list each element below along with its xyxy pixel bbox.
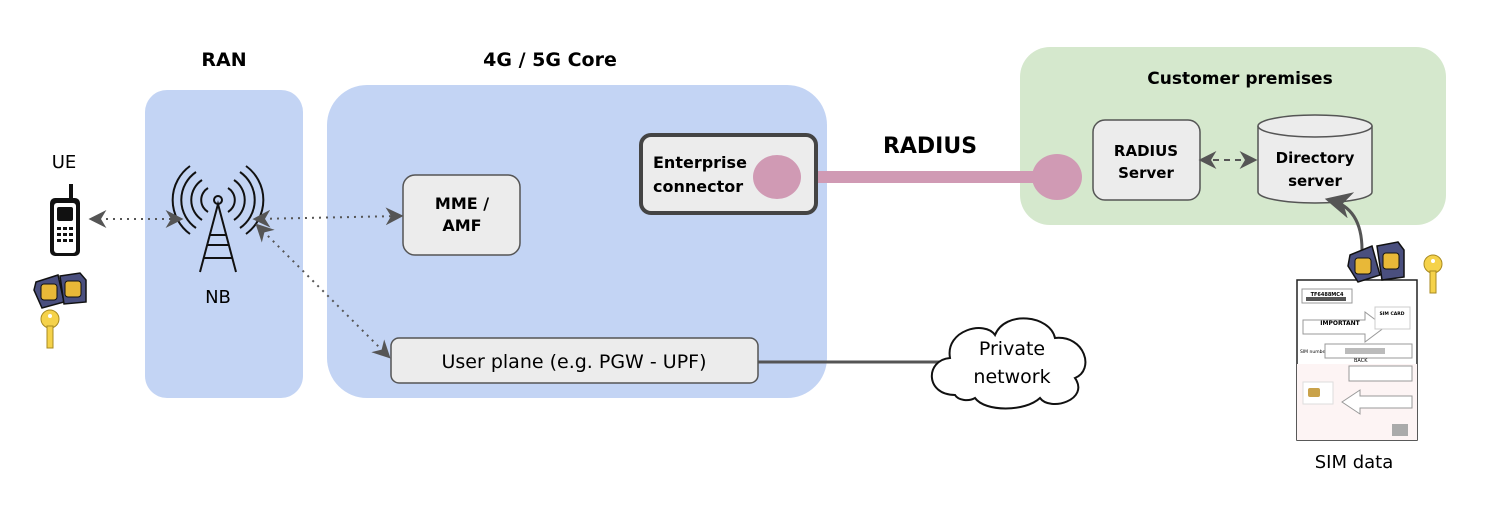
nb-label: NB — [205, 287, 231, 308]
sim-card-icon — [1347, 241, 1405, 283]
ue-label: UE — [52, 152, 77, 173]
directory-label-2: server — [1288, 172, 1342, 190]
directory-label-1: Directory — [1276, 149, 1355, 167]
radius-server-node[interactable]: RADIUS Server — [1092, 119, 1201, 201]
sim-card-back-label: BACK — [1354, 358, 1368, 364]
radius-link-label: RADIUS — [883, 134, 977, 159]
key-icon — [40, 309, 60, 349]
radius-server-label-2: Server — [1118, 164, 1174, 182]
radius-endpoint-core — [753, 155, 801, 199]
sim-card-label-top: SIM CARD — [1380, 311, 1405, 317]
connector-label: connector — [653, 177, 743, 196]
radius-endpoint-customer — [1032, 154, 1082, 200]
ran-title: RAN — [201, 49, 246, 71]
mme-amf-node[interactable]: MME / AMF — [402, 174, 521, 256]
private-label: Private — [979, 338, 1045, 360]
sim-data-label: SIM data — [1315, 452, 1394, 473]
user-plane-node[interactable]: User plane (e.g. PGW - UPF) — [390, 337, 759, 384]
sim-number-label: SIM number — [1300, 349, 1327, 355]
core-title: 4G / 5G Core — [483, 49, 617, 71]
key-icon — [1423, 254, 1443, 294]
radius-server-label-1: RADIUS — [1114, 142, 1178, 160]
directory-server-node[interactable]: Directory server — [1257, 114, 1373, 204]
user-plane-label: User plane (e.g. PGW - UPF) — [442, 351, 707, 373]
private-network-cloud[interactable]: Private network — [930, 317, 1087, 410]
enterprise-label: Enterprise — [653, 153, 747, 172]
sim-card-important-top: IMPORTANT — [1320, 320, 1360, 327]
amf-label: AMF — [442, 216, 481, 235]
customer-title: Customer premises — [1147, 69, 1332, 89]
network-diagram: RAN 4G / 5G Core Customer premises UE NB… — [33, 47, 1446, 473]
network-label: network — [973, 366, 1050, 388]
sim-data-document: TF6488MC4 IMPORTANT SIM CARD SIM number … — [1296, 279, 1418, 441]
mme-label: MME / — [435, 194, 489, 213]
cloud-icon — [930, 317, 1087, 410]
mobile-phone-icon — [50, 184, 80, 256]
sim-card-icon — [33, 272, 87, 309]
